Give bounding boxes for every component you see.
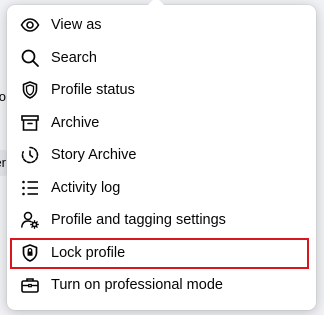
menu-item-label: Story Archive [51, 147, 137, 164]
menu-item-lock-profile[interactable]: Lock profile [7, 237, 316, 270]
menu-item-label: Profile and tagging settings [51, 212, 226, 229]
menu-caret [147, 0, 165, 6]
menu-item-label: Search [51, 49, 97, 66]
menu-item-label: View as [51, 17, 102, 34]
menu-item-profile-status[interactable]: Profile status [7, 74, 316, 107]
menu-item-profile-and-tagging-settings[interactable]: Profile and tagging settings [7, 204, 316, 237]
story-archive-clock-icon [20, 145, 40, 165]
menu-item-archive[interactable]: Archive [7, 107, 316, 140]
menu-item-story-archive[interactable]: Story Archive [7, 139, 316, 172]
menu-list: View as Search Profile status Archive St [7, 9, 316, 302]
menu-item-label: Profile status [51, 82, 135, 99]
menu-item-label: Activity log [51, 179, 121, 196]
archive-box-icon [20, 113, 40, 133]
menu-item-label: Turn on professional mode [51, 277, 223, 294]
menu-item-view-as[interactable]: View as [7, 9, 316, 42]
search-icon [20, 48, 40, 68]
menu-item-turn-on-professional-mode[interactable]: Turn on professional mode [7, 269, 316, 302]
menu-item-label: Lock profile [51, 244, 126, 261]
menu-item-search[interactable]: Search [7, 42, 316, 75]
lock-shield-icon [20, 243, 40, 263]
profile-options-menu: View as Search Profile status Archive St [7, 0, 316, 310]
briefcase-icon [20, 275, 40, 295]
list-icon [20, 178, 40, 198]
eye-icon [20, 15, 40, 35]
menu-item-activity-log[interactable]: Activity log [7, 172, 316, 205]
shield-icon [20, 80, 40, 100]
profile-settings-gear-icon [20, 210, 40, 230]
menu-item-label: Archive [51, 114, 100, 131]
